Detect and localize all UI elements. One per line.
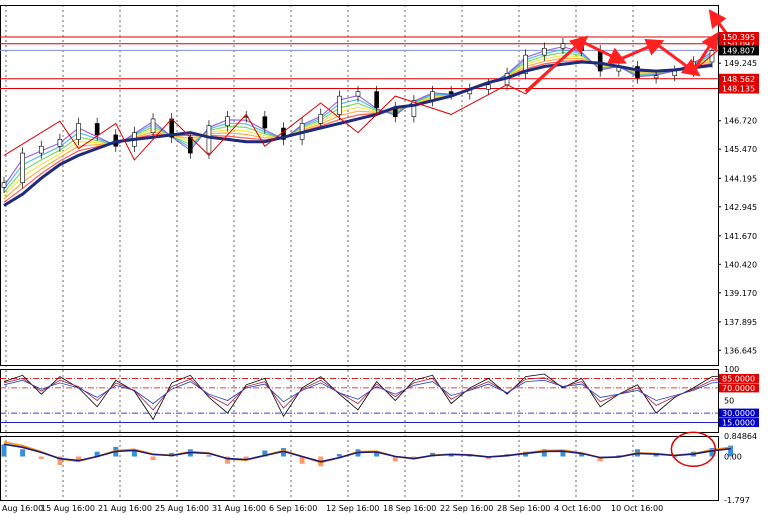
candle-body [486, 84, 491, 90]
x-tick-label: 6 Sep 16:00 [269, 504, 317, 513]
oscillator-level-label: 70.0000 [722, 384, 755, 393]
trend-arrow [618, 39, 665, 62]
x-tick-label: 22 Sep 16:00 [440, 504, 493, 513]
trading-chart: Aug 16:0015 Aug 16:00 21 Aug 16:00 25 Aug … [0, 5, 759, 513]
candle-body [448, 91, 454, 95]
y-tick-label: 144.195 [724, 174, 757, 183]
y-tick-label: 149.245 [724, 59, 757, 68]
ribbon-line [3, 59, 713, 203]
candle-body [337, 95, 342, 115]
ribbon-line [3, 54, 713, 197]
y-tick-label: 145.470 [724, 145, 757, 154]
candle-body [20, 152, 25, 184]
histogram-tick-label: 0.84864 [724, 432, 757, 441]
x-tick-label: Aug 16:00 [2, 504, 43, 513]
histogram-bar [20, 449, 26, 457]
oscillator-tick-label: 50 [724, 397, 734, 406]
histogram-tick-label: 0.00 [724, 453, 742, 462]
x-axis: Aug 16:0015 Aug 16:00 21 Aug 16:00 25 Aug … [2, 504, 663, 513]
oscillator-tick-label: 100 [724, 365, 739, 374]
oscillator-line [3, 373, 731, 421]
x-tick-label: 25 Aug 16:00 [155, 504, 209, 513]
y-axes: 150.097150.395149.807149.245148.562148.1… [718, 32, 759, 505]
candle-body [225, 116, 230, 127]
price-level-label: 148.562 [722, 75, 755, 84]
x-tick-label: 18 Sep 16:00 [383, 504, 436, 513]
candle-body [653, 75, 659, 79]
oscillator-level-label: 30.0000 [722, 409, 755, 418]
candle-body [57, 139, 63, 147]
candle-body [560, 43, 566, 49]
y-tick-label: 141.670 [724, 232, 757, 241]
candle-body [1, 182, 7, 188]
histogram-tick-label: -1.797 [724, 496, 750, 505]
price-level-label: 148.135 [722, 85, 755, 94]
histogram-panel [1, 431, 734, 468]
candle-body [76, 123, 81, 140]
y-tick-label: 146.720 [724, 117, 757, 126]
histogram-bar [206, 455, 212, 457]
candle-body [38, 145, 44, 154]
oscillator-level-label: 15.0000 [722, 419, 755, 428]
panel-frame-1 [0, 369, 719, 433]
ribbon-line [3, 51, 713, 193]
panel-frame-0 [0, 5, 719, 366]
histogram-bar [1, 444, 7, 457]
ribbon-line [3, 57, 713, 200]
x-tick-label: 28 Sep 16:00 [497, 504, 550, 513]
price-level-label: 149.807 [722, 46, 755, 55]
y-tick-label: 142.945 [724, 203, 757, 212]
chart-grid [0, 5, 719, 501]
highlight-circle [670, 431, 717, 468]
y-tick-label: 139.170 [724, 289, 757, 298]
candle-body [206, 125, 212, 154]
candle-body [542, 47, 547, 56]
x-tick-label: 4 Oct 16:00 [554, 504, 601, 513]
x-tick-label: 15 Aug 16:00 [41, 504, 95, 513]
price-panel [0, 9, 732, 207]
oscillator-level-label: 85.0000 [722, 374, 755, 383]
candle-body [150, 118, 156, 133]
candle-body [355, 91, 361, 97]
candle-body [262, 116, 268, 129]
panel-frame-2 [0, 436, 719, 501]
candle-body [579, 43, 584, 51]
histogram-signal-line-2 [3, 443, 731, 463]
y-tick-label: 140.420 [724, 260, 757, 269]
candle-body [597, 50, 603, 72]
candle-body [374, 91, 379, 108]
oscillator-panel [0, 373, 731, 423]
moving-average-line [3, 60, 713, 207]
x-tick-label: 21 Aug 16:00 [98, 504, 152, 513]
x-tick-label: 31 Aug 16:00 [212, 504, 266, 513]
histogram-bar [38, 456, 44, 459]
candle-body [672, 70, 678, 76]
histogram-bar [336, 454, 342, 457]
candle-body [94, 123, 100, 136]
histogram-bar [150, 456, 156, 461]
y-tick-label: 137.895 [724, 318, 757, 327]
candle-body [188, 136, 193, 154]
x-tick-label: 10 Oct 16:00 [611, 504, 663, 513]
y-tick-label: 136.645 [724, 346, 757, 355]
candle-body [318, 114, 324, 124]
price-level-label: 150.395 [722, 33, 755, 42]
x-tick-label: 12 Sep 16:00 [326, 504, 379, 513]
